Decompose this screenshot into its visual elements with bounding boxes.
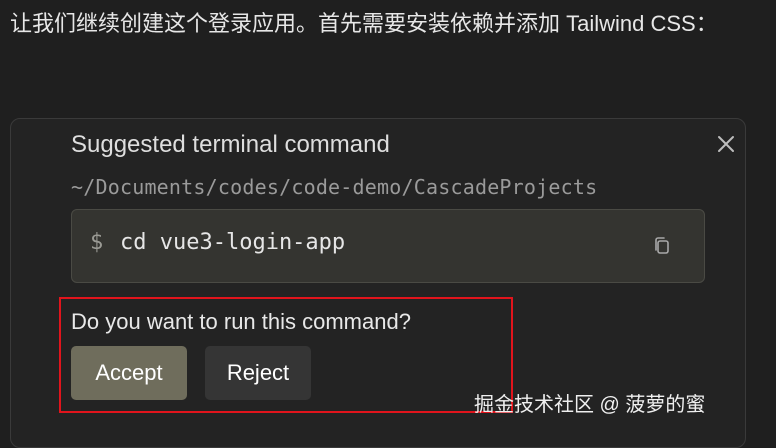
close-button[interactable]	[711, 129, 741, 159]
card-title: Suggested terminal command	[71, 131, 390, 158]
close-icon	[718, 136, 734, 152]
reject-button[interactable]: Reject	[205, 346, 311, 400]
command-text[interactable]: cd vue3-login-app	[120, 230, 345, 255]
command-box: $ cd vue3-login-app	[71, 209, 705, 283]
watermark: 掘金技术社区 @ 菠萝的蜜	[474, 394, 706, 416]
accept-button[interactable]: Accept	[71, 346, 187, 400]
prompt-symbol: $	[90, 230, 104, 255]
run-command-question: Do you want to run this command?	[71, 309, 411, 334]
copy-icon	[655, 237, 669, 254]
assistant-message: 让我们继续创建这个登录应用。首先需要安装依赖并添加 Tailwind CSS：	[10, 11, 718, 36]
copy-button[interactable]	[644, 228, 680, 264]
working-directory: ~/Documents/codes/code-demo/CascadeProje…	[71, 175, 598, 199]
